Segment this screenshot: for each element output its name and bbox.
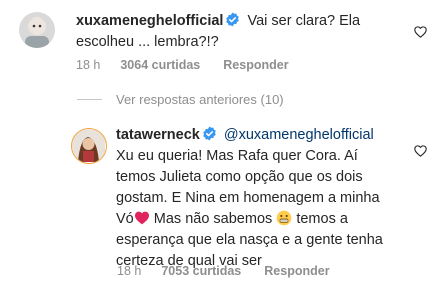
comment-2-reply-button[interactable]: Responder [264, 264, 329, 278]
comment-2-text: tatawerneck @xuxameneghelofficial Xu eu … [116, 125, 431, 272]
comment-1-username[interactable]: xuxameneghelofficial [76, 13, 223, 29]
like-heart-icon[interactable] [414, 26, 427, 38]
comment-2-line4b: Mas não sabemos [153, 211, 273, 227]
avatar-tatawerneck[interactable] [71, 128, 107, 164]
comment-2-line5: esperança que ela nasça e a gente tenha [116, 232, 383, 248]
comment-1-line1: Vai ser clara? Ela [247, 13, 361, 29]
comment-1-time: 18 h [76, 58, 101, 72]
avatar-xuxa[interactable] [19, 12, 55, 48]
comment-2-line1: Xu eu queria! Mas Rafa quer Cora. Aí [116, 148, 358, 164]
comment-1-text: xuxameneghelofficial Vai ser clara? Ela … [76, 11, 406, 53]
view-replies-button[interactable]: Ver respostas anteriores (10) [77, 92, 284, 107]
comment-1-line2: escolheu ... lembra?!? [76, 34, 219, 50]
like-heart-icon[interactable] [414, 145, 427, 157]
red-heart-emoji [134, 211, 149, 225]
comment-2-time: 18 h [117, 264, 142, 278]
comment-2-line3: gostam. E Nina em homenagem a minha [116, 190, 380, 206]
comment-1-reply-button[interactable]: Responder [223, 58, 288, 72]
grimace-face-emoji [276, 210, 292, 226]
comment-2-line4c: temos a [296, 211, 348, 227]
comment-2-username[interactable]: tatawerneck [116, 127, 200, 143]
comment-2-line4a: Vó [116, 211, 134, 227]
comment-2-line2: temos Julieta como opção que os dois [116, 169, 363, 185]
mention-link[interactable]: @xuxameneghelofficial [224, 127, 374, 143]
comment-1-likes[interactable]: 3064 curtidas [120, 58, 200, 72]
view-replies-label: Ver respostas anteriores (10) [116, 92, 284, 107]
verified-badge-icon [203, 126, 216, 141]
verified-badge-icon [226, 12, 240, 27]
replies-divider-line [77, 99, 102, 100]
comment-2-meta: 18 h 7053 curtidas Responder [117, 264, 330, 278]
comment-2-likes[interactable]: 7053 curtidas [161, 264, 241, 278]
comment-1-meta: 18 h 3064 curtidas Responder [76, 58, 289, 72]
